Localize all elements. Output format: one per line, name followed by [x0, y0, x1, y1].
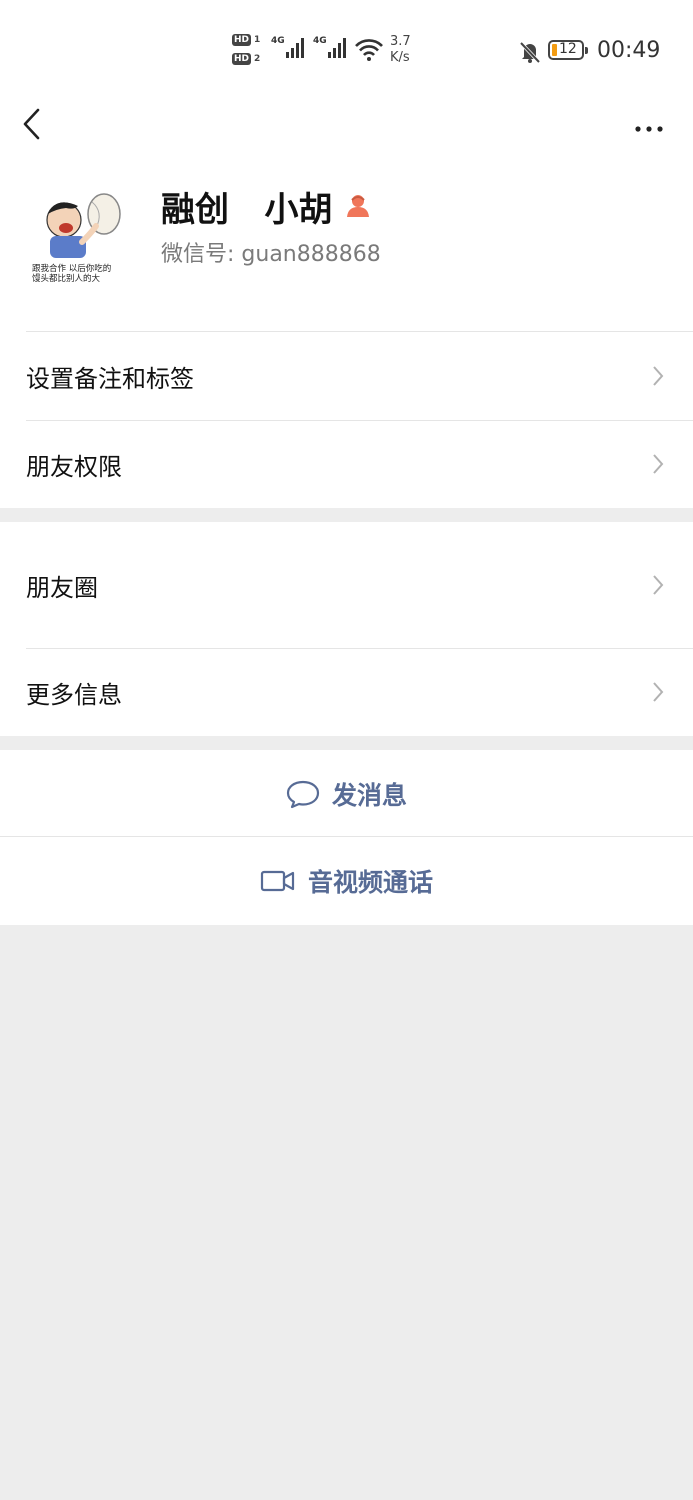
video-call-button[interactable]: 音视频通话 — [0, 837, 693, 925]
network-speed: 3.7 K/s — [390, 34, 411, 66]
info-group: 朋友圈 更多信息 — [0, 522, 693, 736]
video-call-label: 音视频通话 — [307, 868, 433, 897]
avatar-caption-line1: 跟我合作 以后你吃的 — [32, 263, 111, 274]
battery-icon: 12 — [548, 40, 588, 60]
chat-bubble-icon — [286, 780, 320, 809]
network-type-2: 4G — [313, 36, 327, 46]
send-message-label: 发消息 — [331, 781, 407, 810]
sim-indicators: HD 1 HD 2 — [232, 33, 266, 71]
video-camera-icon — [260, 870, 295, 892]
speed-value: 3.7 — [390, 34, 411, 49]
contact-name: 融创 小胡 — [161, 190, 333, 230]
bell-muted-icon — [519, 41, 541, 64]
clock: 00:49 — [597, 38, 661, 63]
chevron-right-icon — [653, 682, 664, 702]
network-type-1: 4G — [271, 36, 285, 46]
signal-1-icon: 4G — [271, 36, 304, 58]
wechat-id-value: guan888868 — [241, 242, 381, 267]
row-label: 设置备注和标签 — [26, 364, 194, 393]
row-label: 朋友权限 — [26, 452, 122, 481]
sim2-number: 2 — [254, 54, 261, 64]
row-label: 朋友圈 — [26, 573, 98, 602]
female-icon — [347, 195, 369, 217]
wechat-id-row: 微信号: guan888868 — [161, 236, 381, 268]
battery-level — [552, 44, 557, 56]
chevron-right-icon — [653, 575, 664, 595]
sim2-hd-badge: HD — [232, 53, 252, 65]
avatar[interactable]: 跟我合作 以后你吃的 馒头都比别人的大 — [26, 182, 126, 282]
profile-card: 跟我合作 以后你吃的 馒头都比别人的大 融创 小胡 微信号: guan88886… — [0, 156, 693, 332]
more-options-icon[interactable] — [630, 106, 670, 136]
wechat-id-label: 微信号: — [161, 242, 235, 267]
battery-percent: 12 — [559, 41, 577, 57]
row-label: 更多信息 — [26, 680, 122, 709]
settings-group: 设置备注和标签 朋友权限 — [0, 332, 693, 508]
speed-unit: K/s — [390, 50, 410, 65]
avatar-image: 跟我合作 以后你吃的 馒头都比别人的大 — [26, 182, 126, 282]
row-more-info[interactable]: 更多信息 — [0, 648, 693, 736]
row-friend-permissions[interactable]: 朋友权限 — [0, 420, 693, 508]
signal-2-icon: 4G — [313, 36, 346, 58]
avatar-caption-line2: 馒头都比别人的大 — [32, 273, 101, 282]
status-bar: HD 1 HD 2 4G 4G 3.7 K/s 12 00:49 — [0, 0, 693, 96]
chevron-right-icon — [653, 366, 664, 386]
back-icon[interactable] — [18, 102, 48, 146]
wifi-icon — [355, 39, 383, 61]
sim1-number: 1 — [254, 35, 261, 45]
send-message-button[interactable]: 发消息 — [0, 750, 693, 838]
chevron-right-icon — [653, 454, 664, 474]
row-remarks-and-tags[interactable]: 设置备注和标签 — [0, 332, 693, 420]
nav-bar — [0, 96, 693, 156]
row-moments[interactable]: 朋友圈 — [0, 522, 693, 648]
sim1-hd-badge: HD — [232, 34, 252, 46]
